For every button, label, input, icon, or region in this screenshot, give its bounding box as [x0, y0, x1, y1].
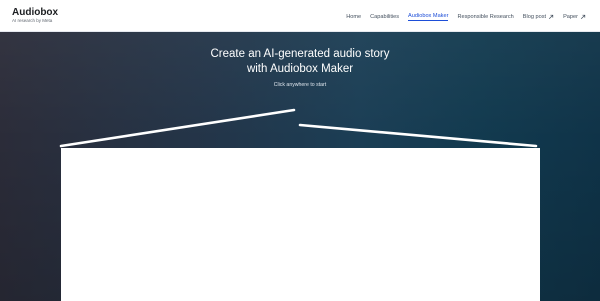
nav-blog-post-label: Blog post — [522, 13, 547, 20]
hero-section[interactable]: Create an AI-generated audio story with … — [0, 32, 600, 301]
nav-audiobox-maker-label: Audiobox Maker — [408, 13, 449, 19]
brand-logo[interactable]: Audiobox AI research by Meta — [12, 7, 58, 24]
book-left-edge-line — [59, 108, 296, 148]
nav-capabilities-label: Capabilities — [370, 13, 400, 20]
nav-paper-label: Paper — [563, 13, 578, 20]
main-nav: Home Capabilities Audiobox Maker Respons… — [346, 12, 586, 21]
nav-home[interactable]: Home — [346, 13, 361, 21]
nav-capabilities[interactable]: Capabilities — [370, 13, 399, 21]
story-canvas[interactable] — [61, 148, 540, 301]
top-navigation-bar: Audiobox AI research by Meta Home Capabi… — [0, 0, 600, 32]
nav-blog-post[interactable]: Blog post — [523, 13, 554, 21]
nav-paper[interactable]: Paper — [563, 13, 586, 21]
external-link-icon — [580, 14, 586, 19]
nav-audiobox-maker[interactable]: Audiobox Maker — [408, 12, 449, 21]
book-right-edge-line — [298, 123, 538, 148]
brand-subtitle: AI research by Meta — [12, 18, 53, 23]
external-link-icon — [549, 14, 554, 19]
brand-title: Audiobox — [12, 7, 59, 18]
nav-home-label: Home — [346, 13, 362, 20]
nav-responsible-research-label: Responsible Research — [457, 13, 514, 20]
nav-responsible-research[interactable]: Responsible Research — [457, 13, 513, 21]
page: Audiobox AI research by Meta Home Capabi… — [0, 0, 600, 301]
